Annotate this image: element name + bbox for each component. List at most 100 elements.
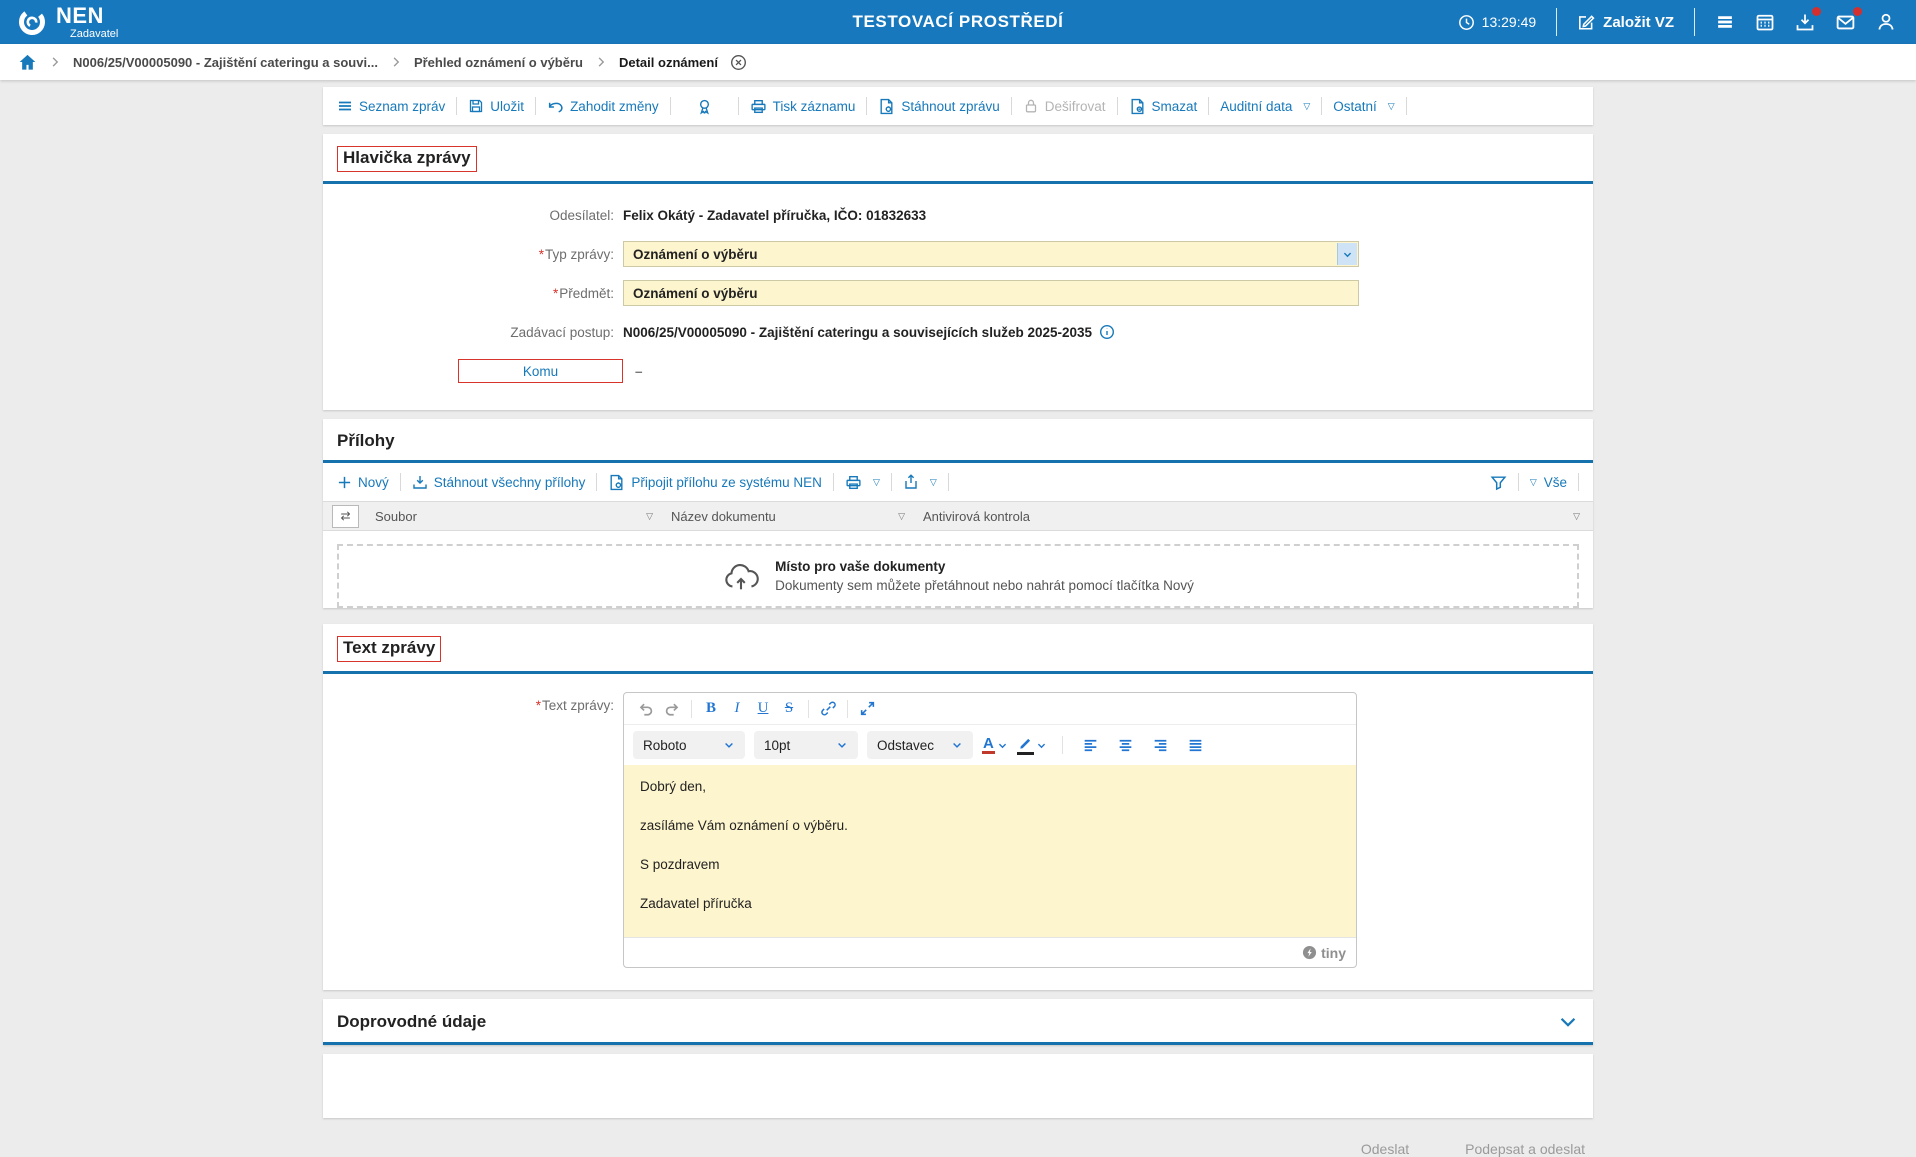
create-vz-button[interactable]: Založit VZ [1577,13,1674,31]
new-attachment-button[interactable]: Nový [337,475,389,490]
column-filter-icon[interactable]: ▽ [646,512,653,521]
breadcrumb: N006/25/V00005090 - Zajištění cateringu … [0,44,1916,80]
attachments-dropzone[interactable]: Místo pro vaše dokumenty Dokumenty sem m… [337,544,1579,608]
text-color-icon: A [982,736,995,755]
editor-paragraph: Dobrý den, [640,779,1340,794]
clock-icon [1458,14,1475,31]
strikethrough-icon[interactable]: S [776,697,802,721]
highlight-pen-icon [1017,736,1034,755]
section-message-header: Hlavička zprávy Odesílatel: Felix Okátý … [323,134,1593,410]
close-tab-icon[interactable] [730,54,747,71]
recipients-link[interactable]: Komu [458,359,623,383]
collapse-chevron-icon[interactable] [1557,1011,1579,1033]
column-header-antivirus[interactable]: Antivirová kontrola ▽ [914,509,1593,524]
section-accompanying-data: Doprovodné údaje [323,999,1593,1045]
menu-hamburger-icon[interactable] [1715,12,1735,32]
bold-icon[interactable]: B [698,697,724,721]
audit-data-menu[interactable]: Auditní data ▽ [1220,99,1310,114]
editor-paragraph: zasíláme Vám oznámení o výběru. [640,818,1340,833]
funnel-icon [1490,474,1507,491]
subject-input[interactable]: Oznámení o výběru [623,280,1359,306]
message-list-button[interactable]: Seznam zpráv [337,98,445,114]
discard-changes-button[interactable]: Zahodit změny [547,98,659,115]
print-record-button[interactable]: Tisk záznamu [750,98,856,115]
font-size-select[interactable]: 10pt [754,731,858,759]
align-right-icon[interactable] [1148,733,1174,757]
column-chooser-icon[interactable]: ⇄ [332,505,359,528]
user-profile-icon[interactable] [1876,12,1896,32]
divider [456,97,457,115]
breadcrumb-overview[interactable]: Přehled oznámení o výběru [414,55,583,70]
home-icon[interactable] [18,53,37,72]
text-color-button[interactable]: A [982,736,1008,755]
section-message-text: Text zprávy *Text zprávy: [323,624,1593,990]
dropdown-triangle-icon: ▽ [1303,102,1310,111]
tinymce-brand[interactable]: tiny [1302,945,1346,961]
underline-icon[interactable]: U [750,697,776,721]
save-button[interactable]: Uložit [468,98,524,114]
brand-role: Zadavatel [70,29,118,40]
other-menu[interactable]: Ostatní ▽ [1333,99,1394,114]
divider [808,700,809,718]
editor-paragraph: S pozdravem [640,857,1340,872]
procedure-label: Zadávací postup: [323,325,623,340]
highlight-color-button[interactable] [1017,736,1047,755]
calendar-icon[interactable] [1755,12,1775,32]
divider [891,473,892,491]
breadcrumb-procedure[interactable]: N006/25/V00005090 - Zajištění cateringu … [73,55,378,70]
mail-icon[interactable] [1835,12,1856,33]
floppy-icon [468,98,484,114]
divider [535,97,536,115]
column-filter-icon[interactable]: ▽ [898,512,905,521]
undo-icon[interactable] [633,697,659,721]
fullscreen-icon[interactable] [854,697,880,721]
editor-content[interactable]: Dobrý den, zasíláme Vám oznámení o výběr… [624,765,1356,937]
form-row-message-text: *Text zprávy: [323,692,1593,968]
divider [1406,97,1407,115]
record-toolbar: Seznam zpráv Uložit Zahodit změny [323,87,1593,125]
delete-button[interactable]: Smazat [1129,98,1198,115]
undo-icon [547,98,564,115]
divider [866,97,867,115]
chevron-right-icon [49,56,61,68]
font-family-select[interactable]: Roboto [633,731,745,759]
breadcrumb-current: Detail oznámení [619,55,718,70]
brand-name: NEN [56,5,118,27]
ribbon-badge-button[interactable] [682,98,727,115]
print-attachments-button[interactable]: ▽ [845,474,880,491]
inbox-download-icon[interactable] [1795,12,1815,32]
export-attachments-button[interactable]: ▽ [903,474,937,490]
message-type-select[interactable]: Oznámení o výběru [623,241,1359,267]
column-filter-icon[interactable]: ▽ [1573,512,1580,521]
download-all-attachments-button[interactable]: Stáhnout všechny přílohy [412,474,586,490]
align-left-icon[interactable] [1078,733,1104,757]
edit-square-icon [1577,13,1595,31]
block-format-select[interactable]: Odstavec [867,731,973,759]
attach-from-nen-button[interactable]: Připojit přílohu ze systému NEN [608,474,822,491]
download-message-button[interactable]: Stáhnout zprávu [878,98,999,115]
section-title-text-zpravy: Text zprávy [337,636,441,662]
accompanying-empty-panel [323,1054,1593,1118]
show-all-filter[interactable]: ▽ Vše [1530,475,1567,490]
filter-button[interactable] [1490,474,1507,491]
editor-statusbar: tiny [624,937,1356,967]
dropzone-title: Místo pro vaše dokumenty [775,559,1194,574]
select-chevron-icon[interactable] [1337,243,1357,265]
italic-icon[interactable]: I [724,697,750,721]
notification-badge [1812,7,1821,16]
divider [400,473,401,491]
cloud-upload-icon [722,560,760,592]
share-icon [903,474,919,490]
info-icon[interactable] [1099,324,1115,340]
nen-logo[interactable]: NEN Zadavatel [16,5,118,40]
link-icon[interactable] [815,697,841,721]
redo-icon[interactable] [659,697,685,721]
divider [670,97,671,115]
align-justify-icon[interactable] [1183,733,1209,757]
divider [833,473,834,491]
divider [1117,97,1118,115]
editor-toolbar-row2: Roboto 10pt Odstavec A [624,725,1356,765]
align-center-icon[interactable] [1113,733,1139,757]
column-header-nazev[interactable]: Název dokumentu ▽ [662,509,914,524]
column-header-soubor[interactable]: Soubor ▽ [366,509,662,524]
